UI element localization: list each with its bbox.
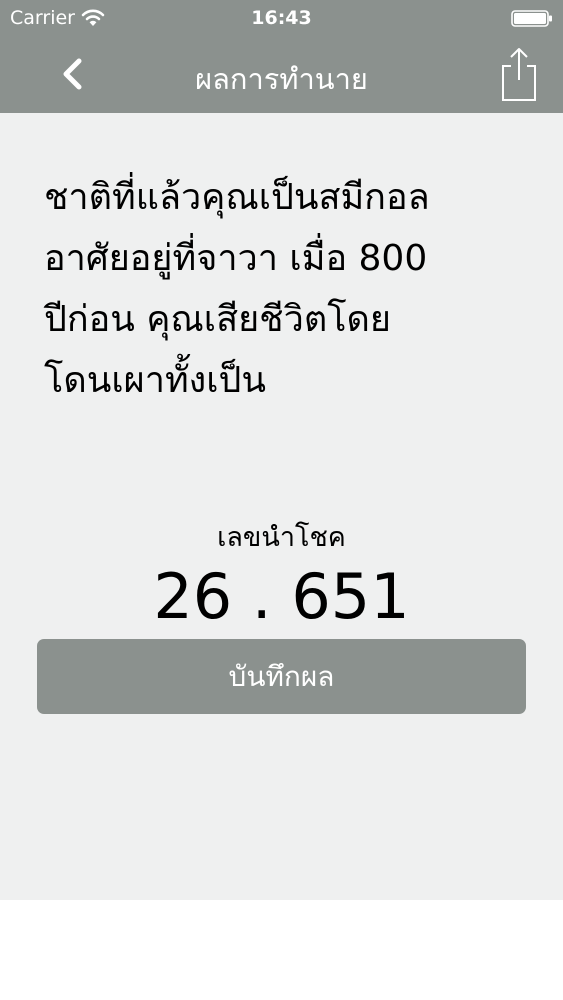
- prediction-line: ปีก่อน คุณเสียชีวิตโดย: [44, 299, 392, 340]
- save-result-button[interactable]: บันทึกผล: [37, 639, 526, 714]
- result-panel: ชาติที่แล้วคุณเป็นสมีกอล อาศัยอยู่ที่จาว…: [0, 113, 563, 900]
- prediction-line: ชาติที่แล้วคุณเป็นสมีกอล: [44, 177, 430, 218]
- header: Carrier 16:43 ผลการทำนาย: [0, 0, 563, 113]
- prediction-line: อาศัยอยู่ที่จาวา เมื่อ 800: [44, 238, 428, 279]
- prediction-text: ชาติที่แล้วคุณเป็นสมีกอล อาศัยอยู่ที่จาว…: [44, 167, 530, 411]
- share-button[interactable]: [494, 46, 542, 102]
- status-bar: Carrier 16:43: [0, 0, 563, 38]
- lucky-number-label: เลขนำโชค: [217, 522, 346, 553]
- share-icon: [502, 48, 536, 101]
- lucky-number: 26 . 651: [153, 560, 410, 633]
- nav-bar: ผลการทำนาย: [0, 38, 563, 113]
- status-time: 16:43: [251, 7, 312, 29]
- page-title: ผลการทำนาย: [195, 62, 368, 96]
- save-result-label: บันทึกผล: [228, 659, 335, 693]
- battery-icon: [511, 10, 552, 27]
- prediction-line: โดนเผาทั้งเป็น: [44, 360, 267, 401]
